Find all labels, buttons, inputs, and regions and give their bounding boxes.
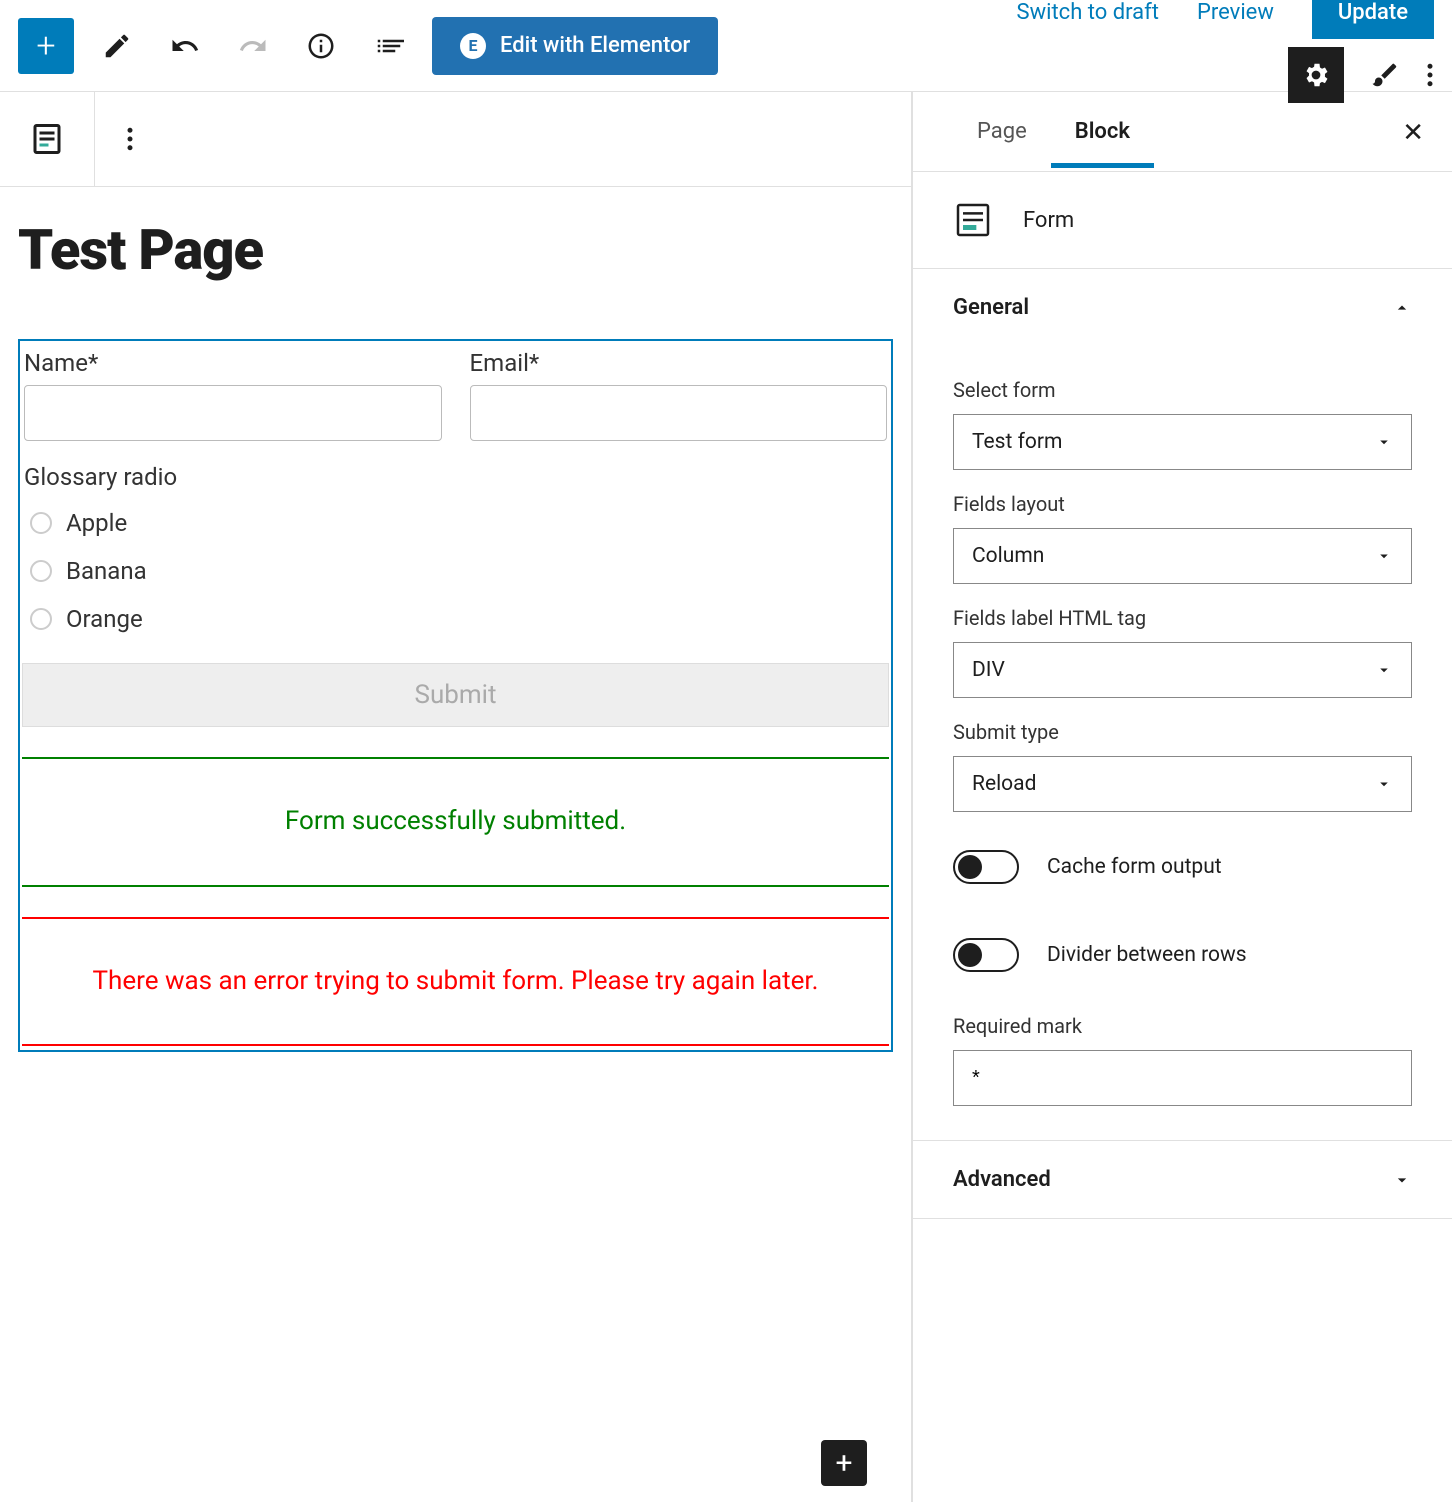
radio-option[interactable]: Apple [24, 499, 887, 547]
fields-layout-label: Fields layout [953, 492, 1412, 516]
radio-option[interactable]: Banana [24, 547, 887, 595]
required-mark-input[interactable] [953, 1050, 1412, 1106]
block-name: Form [1023, 208, 1074, 233]
cache-form-label: Cache form output [1047, 855, 1222, 879]
chevron-down-icon [1375, 547, 1393, 565]
preview-button[interactable]: Preview [1197, 0, 1274, 25]
label-tag-dropdown[interactable]: DIV [953, 642, 1412, 698]
undo-icon[interactable] [160, 21, 210, 71]
divider-label: Divider between rows [1047, 943, 1247, 967]
name-input[interactable] [24, 385, 442, 441]
tab-block[interactable]: Block [1051, 95, 1154, 168]
redo-icon [228, 21, 278, 71]
block-options-icon[interactable] [95, 92, 165, 187]
edit-with-elementor-button[interactable]: E Edit with Elementor [432, 17, 718, 75]
name-field-label: Name* [24, 349, 442, 377]
add-block-toggle-button[interactable]: + [18, 18, 74, 74]
advanced-panel-toggle[interactable]: Advanced [913, 1141, 1452, 1218]
add-block-button[interactable]: + [821, 1440, 867, 1486]
label-tag-label: Fields label HTML tag [953, 606, 1412, 630]
form-block[interactable]: Name* Email* Glossary radio Apple Banana… [18, 339, 893, 1052]
general-panel-toggle[interactable]: General [913, 269, 1452, 346]
cache-form-toggle[interactable] [953, 850, 1019, 884]
document-toolbar [0, 92, 911, 187]
list-view-icon[interactable] [364, 21, 414, 71]
editor-canvas[interactable]: Test Page Name* Email* Glossary ra [0, 187, 911, 1502]
chevron-down-icon [1375, 775, 1393, 793]
email-input[interactable] [470, 385, 888, 441]
styles-icon[interactable] [1370, 60, 1400, 90]
error-message: There was an error trying to submit form… [22, 917, 889, 1047]
submit-type-dropdown[interactable]: Reload [953, 756, 1412, 812]
select-form-label: Select form [953, 378, 1412, 402]
divider-toggle[interactable] [953, 938, 1019, 972]
radio-icon [30, 512, 52, 534]
fields-layout-dropdown[interactable]: Column [953, 528, 1412, 584]
chevron-down-icon [1392, 1170, 1412, 1190]
settings-sidebar: Page Block ✕ Form General Select form [912, 92, 1452, 1502]
chevron-up-icon [1392, 298, 1412, 318]
form-block-icon [953, 200, 993, 240]
radio-icon [30, 608, 52, 630]
radio-option[interactable]: Orange [24, 595, 887, 643]
chevron-down-icon [1375, 433, 1393, 451]
document-icon[interactable] [0, 92, 95, 187]
success-message: Form successfully submitted. [22, 757, 889, 887]
page-title[interactable]: Test Page [18, 217, 893, 283]
switch-to-draft-button[interactable]: Switch to draft [1017, 0, 1159, 25]
submit-button[interactable]: Submit [22, 663, 889, 727]
email-field-label: Email* [470, 349, 888, 377]
top-toolbar: + E Edit with Elementor [0, 0, 1452, 92]
update-button[interactable]: Update [1312, 0, 1434, 39]
select-form-dropdown[interactable]: Test form [953, 414, 1412, 470]
tab-page[interactable]: Page [953, 95, 1051, 168]
radio-icon [30, 560, 52, 582]
info-icon[interactable] [296, 21, 346, 71]
close-icon[interactable]: ✕ [1402, 118, 1424, 148]
submit-type-label: Submit type [953, 720, 1412, 744]
required-mark-label: Required mark [953, 1014, 1412, 1038]
radio-group-label: Glossary radio [24, 463, 887, 491]
elementor-label: Edit with Elementor [500, 33, 690, 58]
edit-icon[interactable] [92, 21, 142, 71]
chevron-down-icon [1375, 661, 1393, 679]
more-options-icon[interactable] [1426, 60, 1434, 90]
elementor-icon: E [460, 33, 486, 59]
